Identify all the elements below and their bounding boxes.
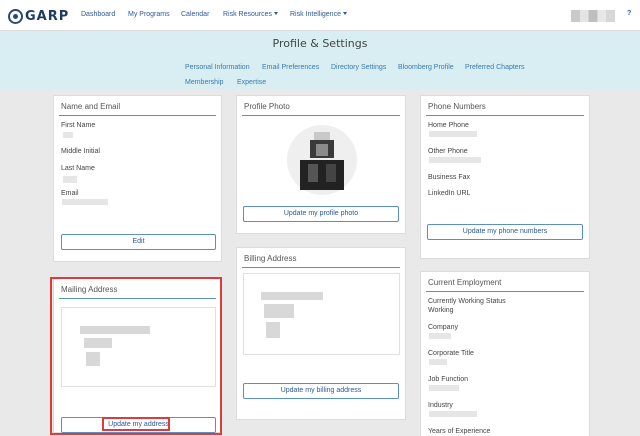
- card-title: Name and Email: [61, 102, 121, 111]
- first-name-label: First Name: [61, 122, 96, 129]
- corporate-title-value: [429, 359, 447, 365]
- card-title: Current Employment: [428, 278, 502, 287]
- home-phone-label: Home Phone: [428, 122, 469, 129]
- mailing-address-highlight: [50, 277, 222, 435]
- garp-logo[interactable]: GARP: [8, 7, 69, 25]
- edit-button[interactable]: Edit: [61, 234, 216, 250]
- card-title: Profile Photo: [244, 102, 290, 111]
- name-email-card: Name and Email First Name Middle Initial…: [53, 95, 222, 262]
- tab-bloomberg-profile[interactable]: Bloomberg Profile: [398, 64, 454, 71]
- user-menu[interactable]: [571, 10, 615, 22]
- divider: [242, 267, 400, 268]
- chevron-down-icon: [342, 12, 347, 15]
- billing-address-box: [243, 273, 400, 355]
- phone-numbers-card: Phone Numbers Home Phone Other Phone Bus…: [420, 95, 590, 259]
- chevron-down-icon: [274, 12, 279, 15]
- industry-label: Industry: [428, 402, 453, 409]
- top-navbar: GARP Dashboard My Programs Calendar Risk…: [0, 0, 640, 31]
- company-label: Company: [428, 324, 458, 331]
- billing-address-card: Billing Address Update my billing addres…: [236, 247, 406, 420]
- nav-my-programs[interactable]: My Programs: [128, 11, 170, 18]
- last-name-label: Last Name: [61, 165, 95, 172]
- tab-membership[interactable]: Membership: [185, 79, 224, 86]
- company-value: [429, 333, 451, 339]
- profile-photo-card: Profile Photo Update my profile photo: [236, 95, 406, 234]
- update-billing-button[interactable]: Update my billing address: [243, 383, 399, 399]
- address-line: [266, 322, 280, 338]
- other-phone-label: Other Phone: [428, 148, 468, 155]
- years-experience-label: Years of Experience: [428, 428, 491, 435]
- working-status-value: Working: [428, 307, 454, 314]
- job-function-value: [429, 385, 459, 391]
- nav-dashboard[interactable]: Dashboard: [81, 11, 115, 18]
- divider: [426, 291, 584, 292]
- address-line: [264, 304, 294, 318]
- page-title: Profile & Settings: [272, 37, 368, 50]
- tab-email-preferences[interactable]: Email Preferences: [262, 64, 319, 71]
- other-phone-value: [429, 157, 481, 163]
- corporate-title-label: Corporate Title: [428, 350, 474, 357]
- nav-calendar[interactable]: Calendar: [181, 11, 209, 18]
- logo-text: GARP: [25, 8, 70, 24]
- tab-preferred-chapters[interactable]: Preferred Chapters: [465, 64, 525, 71]
- nav-risk-resources-label: Risk Resources: [223, 11, 273, 18]
- middle-initial-label: Middle Initial: [61, 148, 100, 155]
- home-phone-value: [429, 131, 477, 137]
- nav-risk-intelligence[interactable]: Risk Intelligence: [290, 11, 347, 18]
- divider: [59, 115, 216, 116]
- card-title: Billing Address: [244, 254, 297, 263]
- tab-directory-settings[interactable]: Directory Settings: [331, 64, 386, 71]
- card-title: Phone Numbers: [428, 102, 486, 111]
- nav-risk-intelligence-label: Risk Intelligence: [290, 11, 341, 18]
- divider: [242, 115, 400, 116]
- current-employment-card: Current Employment Currently Working Sta…: [420, 271, 590, 436]
- divider: [426, 115, 584, 116]
- email-label: Email: [61, 190, 79, 197]
- tab-personal-information[interactable]: Personal Information: [185, 64, 250, 71]
- first-name-value: [63, 132, 73, 138]
- nav-risk-resources[interactable]: Risk Resources: [223, 11, 279, 18]
- update-phones-button[interactable]: Update my phone numbers: [427, 224, 583, 240]
- page-header: Profile & Settings Personal Information …: [0, 31, 640, 89]
- profile-photo: [287, 125, 357, 195]
- tab-expertise[interactable]: Expertise: [237, 79, 266, 86]
- linkedin-url-label: LinkedIn URL: [428, 190, 471, 197]
- working-status-label: Currently Working Status: [428, 298, 506, 305]
- update-photo-button[interactable]: Update my profile photo: [243, 206, 399, 222]
- help-icon[interactable]: ?: [627, 10, 635, 19]
- logo-icon: [8, 8, 23, 24]
- update-address-highlight: [102, 417, 170, 431]
- address-line: [261, 292, 323, 300]
- email-value: [62, 199, 108, 205]
- industry-value: [429, 411, 477, 417]
- last-name-value: [63, 176, 77, 183]
- job-function-label: Job Function: [428, 376, 469, 383]
- business-fax-label: Business Fax: [428, 174, 471, 181]
